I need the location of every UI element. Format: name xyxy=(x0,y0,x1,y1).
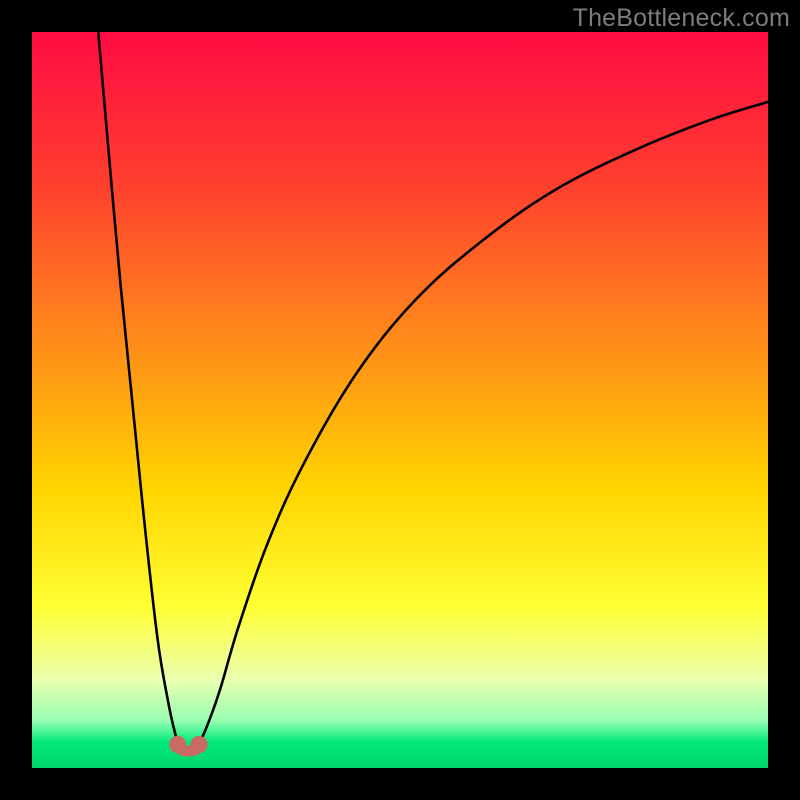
watermark-text: TheBottleneck.com xyxy=(573,4,790,33)
chart-stage: TheBottleneck.com xyxy=(0,0,800,800)
chart-background xyxy=(32,32,768,768)
valley-marker-dot xyxy=(169,736,186,753)
chart-plot xyxy=(32,32,768,768)
chart-svg xyxy=(32,32,768,768)
valley-marker-dot xyxy=(190,736,207,753)
